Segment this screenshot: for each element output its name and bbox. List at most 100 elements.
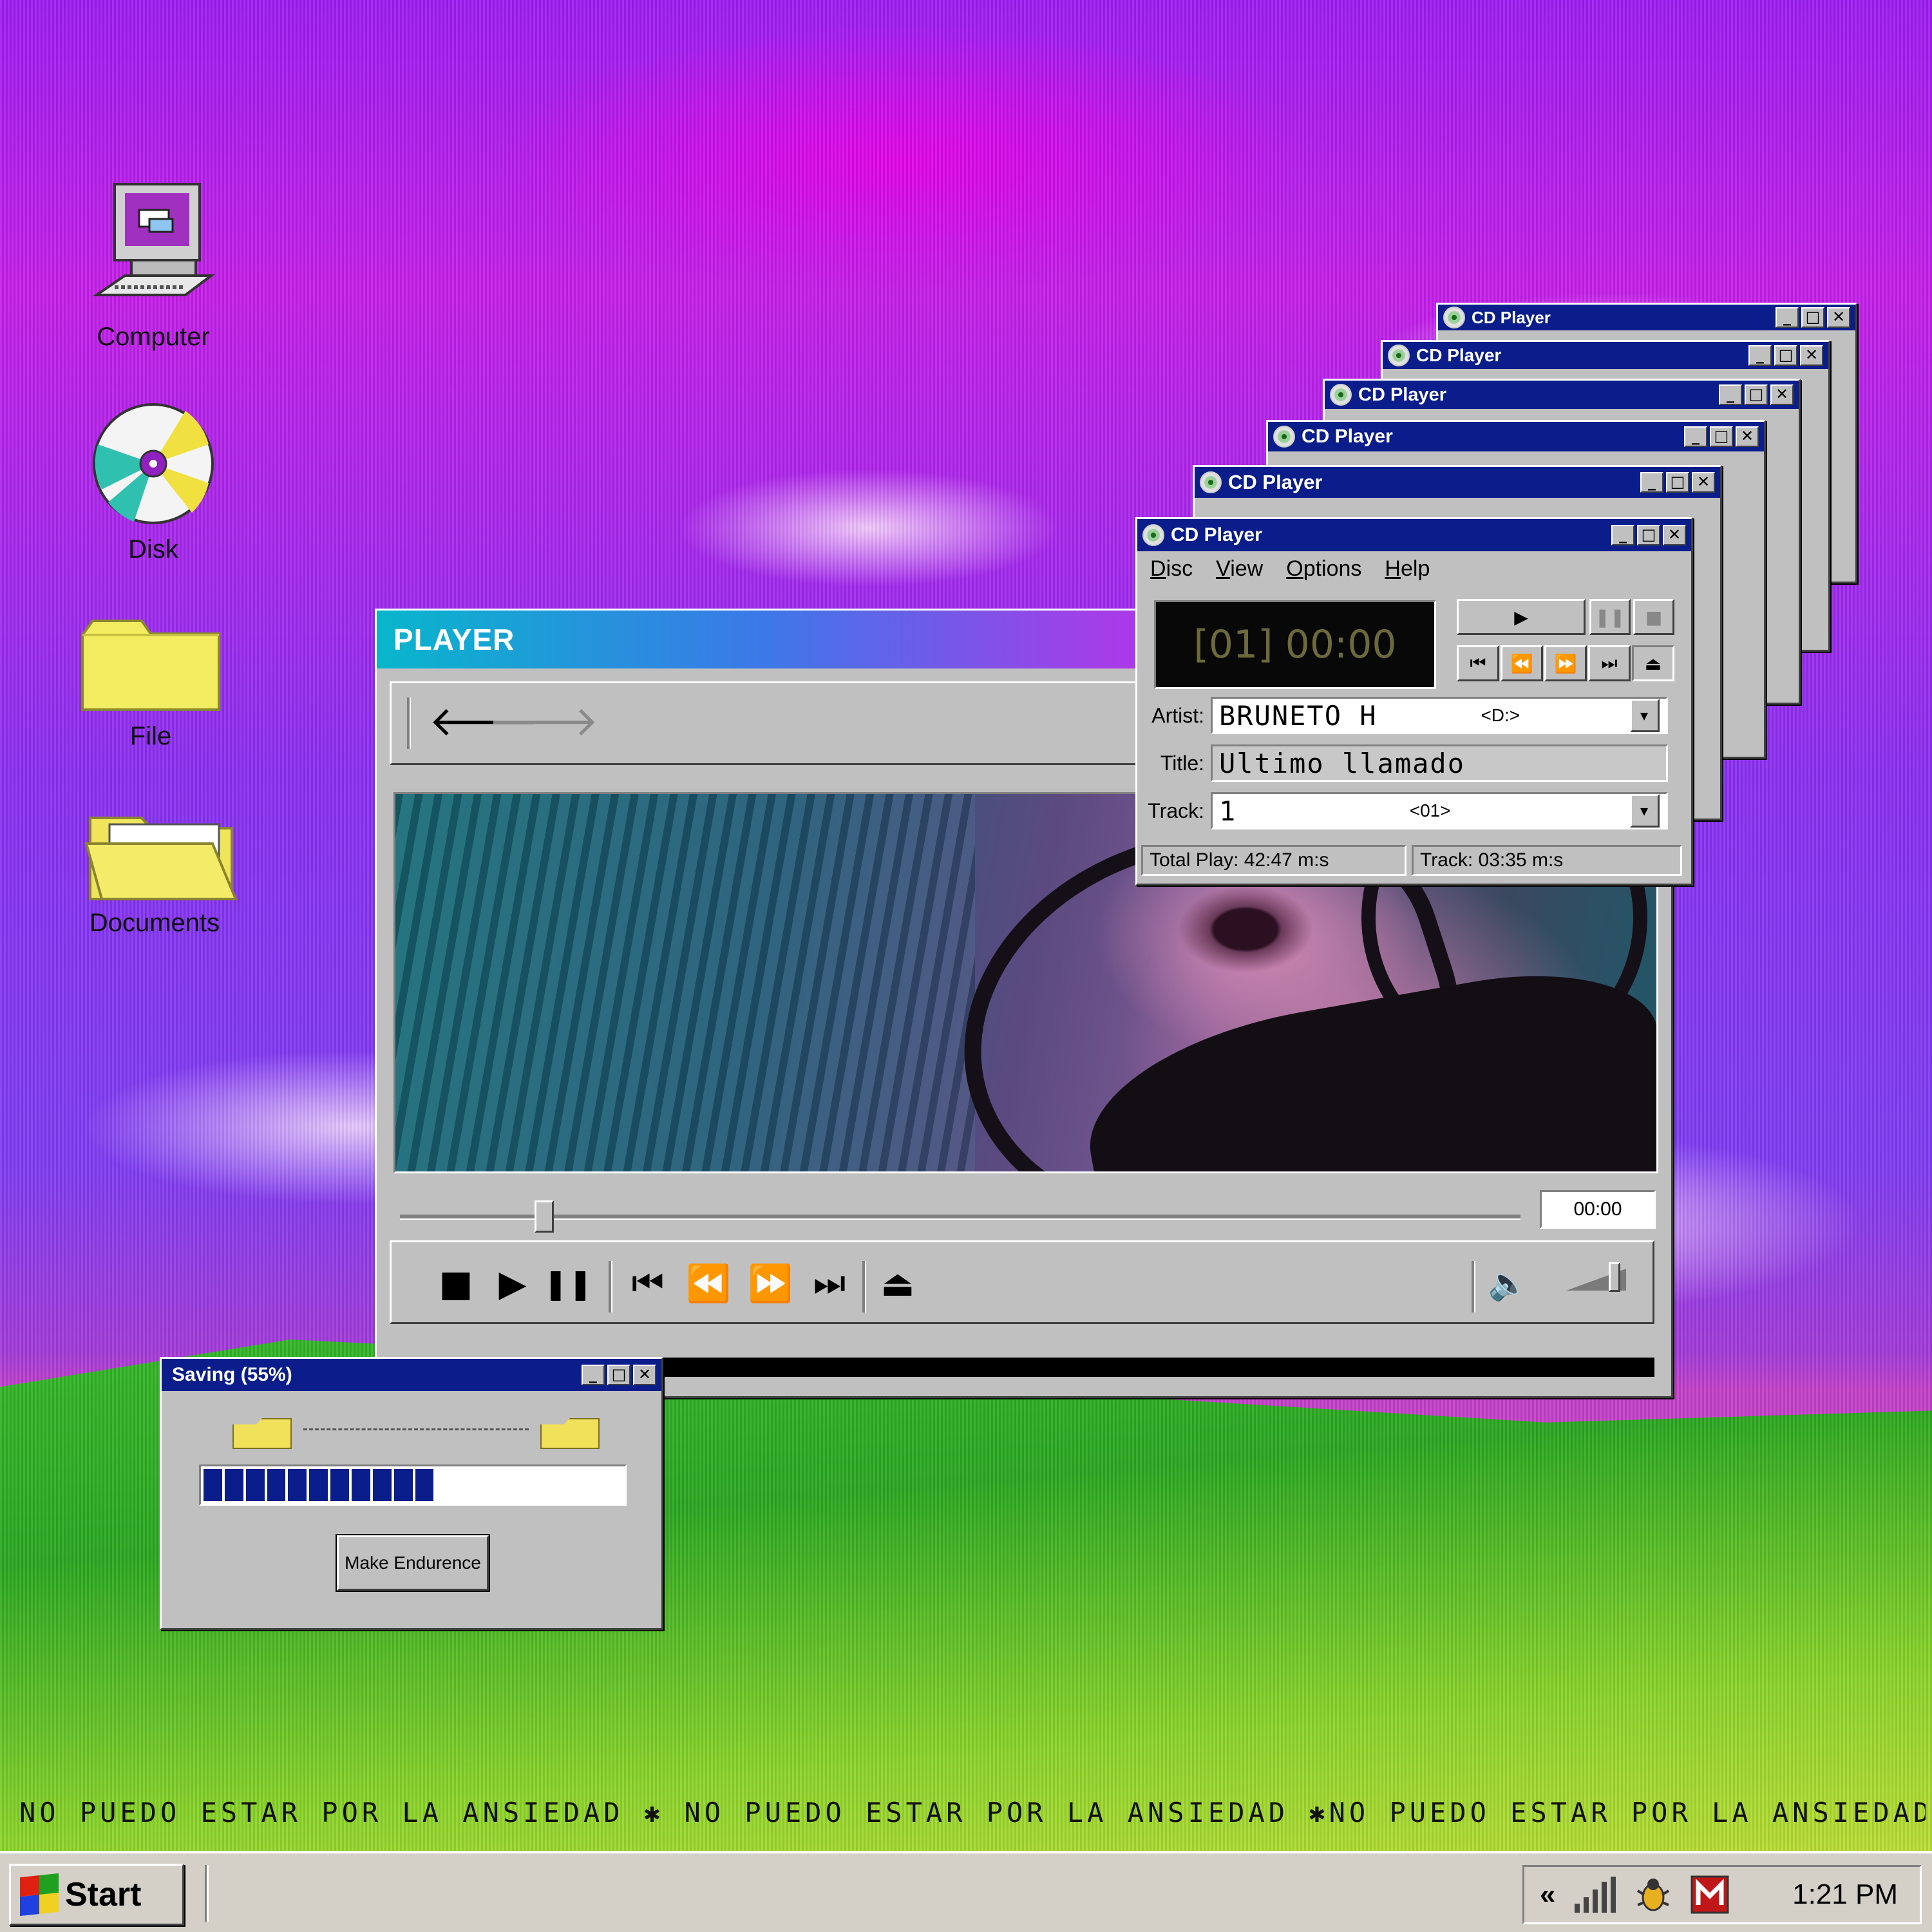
close-button[interactable]: ✕	[1827, 307, 1850, 328]
cd-player-icon	[1388, 345, 1410, 366]
previous-button[interactable]: ⏮	[625, 1255, 670, 1312]
desktop-icon-disk[interactable]: Disk	[82, 399, 224, 564]
rewind-button[interactable]: ⏪	[686, 1255, 731, 1312]
track-row: Track: 1 <01> ▼	[1137, 792, 1678, 829]
window-title: CD Player	[1472, 307, 1551, 327]
artist-field[interactable]: BRUNETO H <D:> ▼	[1211, 697, 1668, 734]
progress-block	[267, 1469, 286, 1501]
maximize-button[interactable]: □	[1774, 345, 1797, 366]
start-button[interactable]: Start	[9, 1864, 184, 1926]
cd-player-icon	[1443, 307, 1465, 328]
taskbar: Start « 1:21 PM	[0, 1851, 1932, 1932]
source-folder-icon	[232, 1418, 292, 1449]
icon-label-file: File	[129, 722, 172, 750]
close-button[interactable]: ✕	[1800, 345, 1823, 366]
cd-first-track-button[interactable]: ⏮	[1457, 645, 1499, 681]
seek-bar[interactable]	[400, 1215, 1520, 1220]
minimize-button[interactable]: _	[1611, 525, 1634, 545]
desktop-icon-file[interactable]: File	[80, 612, 222, 751]
track-value: 1	[1219, 795, 1237, 827]
track-dropdown-arrow-icon[interactable]: ▼	[1630, 794, 1660, 828]
play-button[interactable]: ▶	[490, 1255, 535, 1312]
seek-thumb[interactable]	[534, 1200, 554, 1233]
minimize-button[interactable]: _	[582, 1365, 605, 1385]
pause-button[interactable]: ❚❚	[543, 1255, 592, 1312]
progress-block	[352, 1469, 370, 1501]
cd-pause-button[interactable]: ❚❚	[1589, 599, 1631, 635]
minimize-button[interactable]: _	[1684, 426, 1707, 447]
progress-block	[288, 1469, 307, 1501]
desktop: Computer Disk File Documents CD Player _	[0, 0, 1932, 1932]
cd-player-window[interactable]: CD Player _ □ ✕ Disc View Options Help [01]…	[1135, 517, 1693, 886]
maximize-button[interactable]: □	[1801, 307, 1824, 328]
volume-thumb[interactable]	[1608, 1262, 1620, 1292]
stop-button[interactable]: ■	[433, 1255, 478, 1312]
minimize-button[interactable]: _	[1640, 472, 1663, 493]
track-label: Track:	[1148, 799, 1204, 822]
saving-dialog[interactable]: Saving (55%) _ □ ✕ Make Endurence	[160, 1357, 663, 1630]
cd-rewind-button[interactable]: ⏪	[1501, 645, 1543, 681]
artist-dropdown-arrow-icon[interactable]: ▼	[1630, 699, 1660, 732]
open-folder-icon	[84, 817, 238, 900]
menu-help[interactable]: Help	[1385, 556, 1430, 582]
progress-block	[245, 1469, 265, 1501]
fast-forward-button[interactable]: ⏩	[748, 1255, 793, 1312]
progress-fill	[204, 1469, 434, 1501]
window-title: CD Player	[1416, 345, 1502, 365]
menu-options[interactable]: Options	[1286, 556, 1361, 582]
menu-view[interactable]: View	[1216, 556, 1263, 582]
maximize-button[interactable]: □	[1666, 472, 1689, 493]
minimize-button[interactable]: _	[1719, 384, 1742, 405]
volume-icon[interactable]: 🔈	[1486, 1255, 1531, 1312]
track-code: <01>	[1409, 800, 1451, 820]
close-button[interactable]: ✕	[1692, 472, 1715, 493]
eject-button[interactable]: ⏏	[875, 1255, 920, 1312]
separator	[1472, 1261, 1475, 1312]
track-time-status: Track: 03:35 m:s	[1412, 845, 1682, 876]
cd-eject-button[interactable]: ⏏	[1632, 645, 1674, 681]
maximize-button[interactable]: □	[607, 1365, 630, 1385]
desktop-icon-computer[interactable]: Computer	[82, 180, 224, 352]
cd-stop-button[interactable]: ■	[1633, 599, 1674, 635]
close-button[interactable]: ✕	[1770, 384, 1794, 405]
separator	[609, 1261, 612, 1312]
track-field[interactable]: 1 <01> ▼	[1211, 792, 1668, 829]
menu-bar: Disc View Options Help	[1137, 551, 1691, 587]
cd-last-track-button[interactable]: ⏭	[1588, 645, 1631, 681]
maximize-button[interactable]: □	[1745, 384, 1768, 405]
title-row: Title: Ultimo llamado	[1137, 744, 1678, 782]
clock: 1:21 PM	[1792, 1879, 1898, 1910]
forward-arrow-icon[interactable]: 🡒	[488, 696, 599, 746]
maximize-button[interactable]: □	[1710, 426, 1733, 447]
title-field[interactable]: Ultimo llamado	[1211, 744, 1668, 782]
progress-block	[415, 1469, 434, 1501]
tray-expand-icon[interactable]: «	[1540, 1879, 1555, 1911]
close-button[interactable]: ✕	[1663, 525, 1686, 545]
taskbar-separator	[205, 1865, 209, 1922]
maximize-button[interactable]: □	[1637, 525, 1660, 545]
minimize-button[interactable]: _	[1776, 307, 1799, 328]
make-endurence-button[interactable]: Make Endurence	[337, 1535, 489, 1591]
antivirus-shield-icon[interactable]	[1689, 1874, 1730, 1915]
next-button[interactable]: ⏭	[807, 1255, 852, 1312]
minimize-button[interactable]: _	[1748, 345, 1772, 366]
cd-forward-button[interactable]: ⏩	[1544, 645, 1587, 681]
artist-row: Artist: BRUNETO H <D:> ▼	[1137, 697, 1678, 734]
window-title: CD Player	[1358, 384, 1447, 405]
menu-disc[interactable]: Disc	[1150, 556, 1193, 582]
video-hair	[395, 794, 975, 1171]
desktop-icon-documents[interactable]: Documents	[84, 805, 238, 938]
cd-play-button[interactable]: ▶	[1457, 599, 1586, 635]
window-title: CD Player	[1228, 471, 1323, 493]
signal-bars-icon[interactable]	[1572, 1875, 1617, 1914]
progress-bar	[199, 1464, 627, 1506]
close-button[interactable]: ✕	[633, 1365, 656, 1385]
destination-folder-icon	[540, 1418, 600, 1449]
progress-block	[393, 1469, 413, 1501]
dialog-title: Saving (55%)	[172, 1364, 292, 1385]
icon-label-disk: Disk	[128, 535, 178, 564]
bug-icon[interactable]	[1634, 1875, 1672, 1914]
folder-icon	[81, 620, 220, 711]
close-button[interactable]: ✕	[1736, 426, 1759, 447]
progress-block	[204, 1469, 222, 1501]
